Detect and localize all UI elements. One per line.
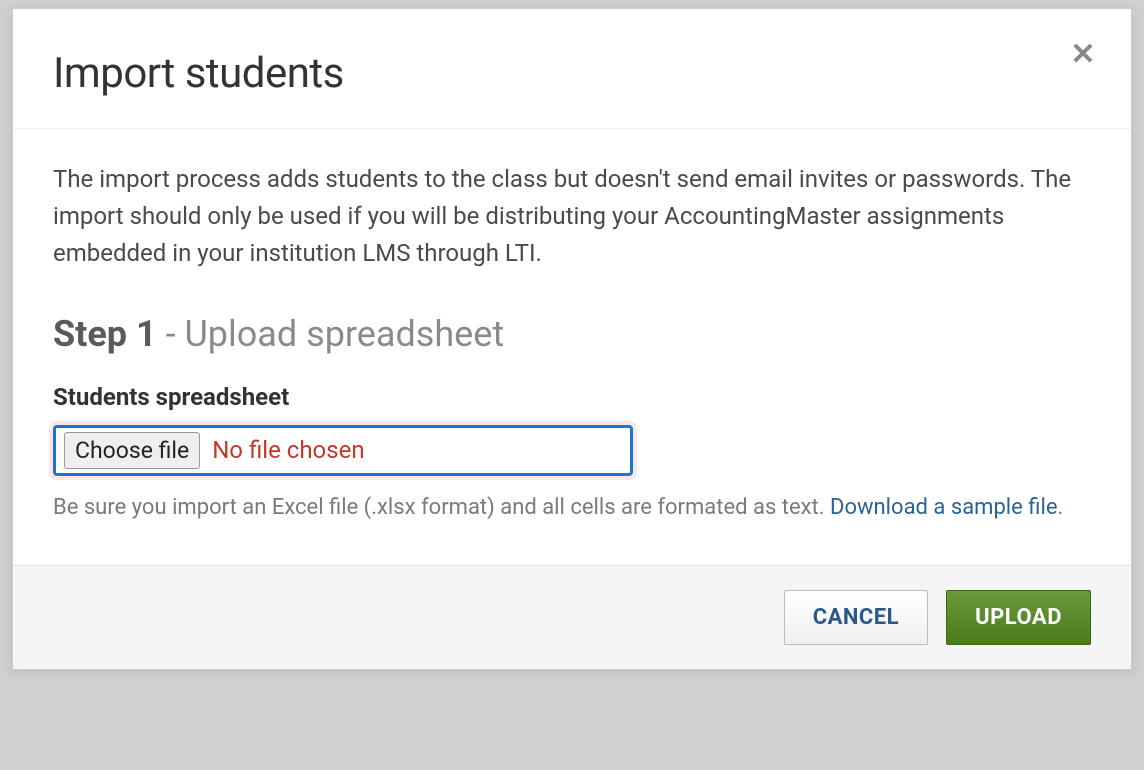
cancel-button[interactable]: CANCEL [784, 590, 928, 645]
step-number: Step 1 [53, 313, 157, 355]
close-button[interactable]: ✕ [1065, 37, 1101, 73]
modal-title: Import students [53, 49, 1091, 98]
step-separator: - [157, 313, 185, 355]
upload-button[interactable]: UPLOAD [946, 590, 1091, 645]
helper-text-suffix: . [1057, 495, 1063, 520]
helper-text-prefix: Be sure you import an Excel file (.xlsx … [53, 495, 830, 520]
file-status-text: No file chosen [212, 436, 364, 464]
choose-file-button[interactable]: Choose file [64, 432, 200, 469]
modal-header: Import students ✕ [13, 9, 1131, 129]
modal-body: The import process adds students to the … [13, 129, 1131, 565]
import-description: The import process adds students to the … [53, 161, 1091, 273]
modal-footer: CANCEL UPLOAD [13, 565, 1131, 669]
step-title: Upload spreadsheet [184, 313, 504, 355]
download-sample-link[interactable]: Download a sample file [830, 495, 1057, 520]
helper-text: Be sure you import an Excel file (.xlsx … [53, 490, 1091, 525]
file-input[interactable]: Choose file No file chosen [53, 425, 633, 476]
close-icon: ✕ [1070, 40, 1095, 70]
spreadsheet-field-label: Students spreadsheet [53, 383, 1091, 411]
step-heading: Step 1 - Upload spreadsheet [53, 313, 1091, 355]
import-students-modal: Import students ✕ The import process add… [12, 8, 1132, 670]
